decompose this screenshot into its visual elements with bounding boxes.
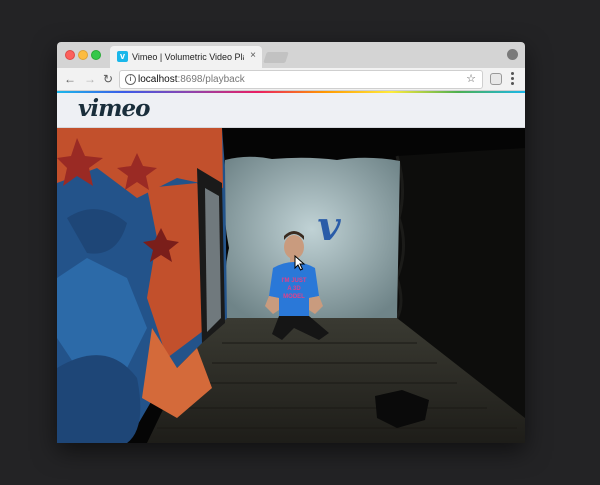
tab-strip: v Vimeo | Volumetric Video Playback × (57, 42, 525, 68)
browser-menu-icon[interactable] (511, 72, 514, 86)
mouse-cursor-icon (294, 255, 306, 271)
shirt-text-line-1: I'M JUST (281, 278, 306, 284)
maximize-window-button[interactable] (91, 50, 101, 60)
site-header: vimeo (57, 93, 525, 128)
tab-vimeo[interactable]: v Vimeo | Volumetric Video Playback × (110, 46, 262, 68)
volumetric-scene: v I'M JUST A 3D MODEL (57, 128, 525, 443)
extension-icon[interactable] (490, 73, 502, 85)
back-button[interactable]: ← (64, 71, 76, 87)
close-window-button[interactable] (65, 50, 75, 60)
wall-vimeo-logo: v (317, 203, 341, 250)
shirt-text-line-3: MODEL (283, 294, 305, 300)
tab-close-icon[interactable]: × (250, 50, 256, 62)
vimeo-favicon-icon: v (117, 51, 128, 62)
address-bar[interactable]: i localhost:8698/playback ☆ (119, 70, 483, 89)
bookmark-star-icon[interactable]: ☆ (466, 72, 476, 86)
url-text: localhost:8698/playback (138, 73, 245, 86)
vimeo-logo[interactable]: vimeo (78, 95, 150, 123)
profile-icon[interactable] (507, 49, 518, 60)
forward-button[interactable]: → (84, 71, 96, 87)
tab-title: Vimeo | Volumetric Video Playback (132, 52, 244, 62)
new-tab-button[interactable] (263, 52, 289, 63)
browser-window: v Vimeo | Volumetric Video Playback × ← … (57, 42, 525, 443)
minimize-window-button[interactable] (78, 50, 88, 60)
url-host: localhost (138, 74, 178, 85)
volumetric-video-viewport[interactable]: v I'M JUST A 3D MODEL (57, 128, 525, 443)
shirt-text-line-2: A 3D (287, 286, 301, 292)
reload-button[interactable]: ↻ (103, 71, 113, 87)
info-icon[interactable]: i (125, 74, 136, 85)
url-path: :8698/playback (177, 74, 245, 85)
browser-toolbar: ← → ↻ i localhost:8698/playback ☆ (57, 68, 525, 91)
